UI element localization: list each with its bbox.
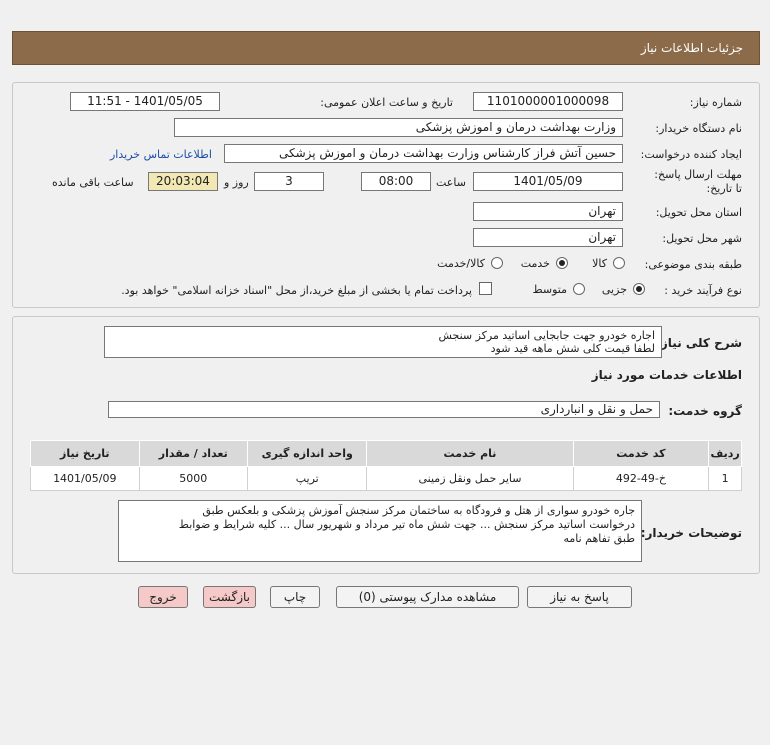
- announce-field: 1401/05/05 - 11:51: [70, 92, 220, 111]
- buyer-org-field: وزارت بهداشت درمان و اموزش پزشکی: [174, 118, 623, 137]
- reply-button[interactable]: پاسخ به نیاز: [527, 586, 632, 608]
- print-button[interactable]: چاپ: [270, 586, 320, 608]
- category-option-goods[interactable]: کالا: [585, 256, 625, 272]
- process-label: نوع فرآیند خرید :: [664, 284, 742, 297]
- service-group-field: حمل و نقل و انبارداری: [108, 401, 660, 418]
- col-header-need-date: تاریخ نیاز: [30, 440, 140, 467]
- general-desc-line-1: اجاره خودرو جهت جابجایی اساتید مرکز سنجش: [438, 329, 655, 342]
- cell-service-code: خ-49-492: [572, 466, 710, 491]
- cell-unit: تریپ: [247, 466, 368, 491]
- col-header-row-number: ردیف: [708, 440, 742, 467]
- province-field: تهران: [473, 202, 623, 221]
- cell-row-number: 1: [708, 466, 742, 491]
- buyer-notes-line-2: درخواست اساتید مرکز سنجش ... جهت شش ماه …: [178, 518, 635, 531]
- buyer-notes-line-1: جاره خودرو سواری از هتل و فرودگاه به ساخ…: [202, 504, 635, 517]
- col-header-unit: واحد اندازه گیری: [247, 440, 368, 467]
- buyer-notes-label: توضیحات خریدار:: [640, 526, 742, 540]
- back-button[interactable]: بازگشت: [203, 586, 256, 608]
- exit-button[interactable]: خروج: [138, 586, 188, 608]
- service-group-label: گروه خدمت:: [668, 404, 742, 418]
- payment-note: پرداخت تمام یا بخشی از مبلغ خرید،از محل …: [121, 284, 472, 297]
- process-minor-label: جزیی: [601, 283, 627, 296]
- deadline-time-label: ساعت: [436, 176, 466, 189]
- requester-label: ایجاد کننده درخواست:: [640, 148, 742, 161]
- cell-service-name: سایر حمل ونقل زمینی: [366, 466, 574, 491]
- cell-need-date: 1401/05/09: [30, 466, 140, 491]
- remaining-label: ساعت باقی مانده: [52, 176, 134, 189]
- days-label: روز و: [224, 176, 249, 189]
- need-number-label: شماره نیاز:: [689, 96, 742, 109]
- col-header-quantity: تعداد / مقدار: [138, 440, 249, 467]
- view-attachments-button[interactable]: مشاهده مدارک پیوستی (0): [336, 586, 519, 608]
- need-info-panel: [12, 82, 760, 308]
- buyer-contact-link[interactable]: اطلاعات تماس خریدار: [110, 148, 212, 161]
- radio-minor[interactable]: [633, 283, 645, 295]
- buyer-org-label: نام دستگاه خریدار:: [655, 122, 742, 135]
- category-both-label: کالا/خدمت: [437, 257, 485, 270]
- requester-field: حسین آتش فراز کارشناس وزارت بهداشت درمان…: [224, 144, 623, 163]
- col-header-service-name: نام خدمت: [366, 440, 574, 467]
- category-service-label: خدمت: [520, 257, 550, 270]
- deadline-label: مهلت ارسال پاسخ: تا تاریخ:: [654, 168, 742, 195]
- table-row: 1 خ-49-492 سایر حمل ونقل زمینی تریپ 5000…: [30, 466, 742, 491]
- radio-both[interactable]: [491, 257, 503, 269]
- general-desc-line-2: لطفا قیمت کلی شش ماهه قید شود: [490, 342, 655, 355]
- deadline-time-field: 08:00: [361, 172, 431, 191]
- days-field: 3: [254, 172, 324, 191]
- city-field: تهران: [473, 228, 623, 247]
- general-desc-label: شرح کلی نیاز:: [656, 336, 742, 350]
- table-header-row: ردیف کد خدمت نام خدمت واحد اندازه گیری ت…: [30, 440, 742, 467]
- announce-label: تاریخ و ساعت اعلان عمومی:: [320, 96, 453, 109]
- general-desc-box: اجاره خودرو جهت جابجایی اساتید مرکز سنجش…: [104, 326, 662, 358]
- city-label: شهر محل تحویل:: [662, 232, 742, 245]
- services-table: ردیف کد خدمت نام خدمت واحد اندازه گیری ت…: [30, 440, 742, 491]
- services-section-title: اطلاعات خدمات مورد نیاز: [591, 368, 742, 382]
- process-medium-label: متوسط: [532, 283, 567, 296]
- cell-quantity: 5000: [138, 466, 249, 491]
- page-header: جزئیات اطلاعات نیاز: [12, 31, 760, 65]
- buyer-notes-box: جاره خودرو سواری از هتل و فرودگاه به ساخ…: [118, 500, 642, 562]
- category-option-both[interactable]: کالا/خدمت: [425, 256, 503, 272]
- radio-goods[interactable]: [613, 257, 625, 269]
- need-number-field: 1101000001000098: [473, 92, 623, 111]
- services-table-wrap: ردیف کد خدمت نام خدمت واحد اندازه گیری ت…: [30, 440, 742, 491]
- category-label: طبقه بندی موضوعی:: [644, 258, 742, 271]
- buyer-notes-line-3: طبق تفاهم نامه: [563, 532, 635, 545]
- deadline-date-field: 1401/05/09: [473, 172, 623, 191]
- remaining-time-field: 20:03:04: [148, 172, 218, 191]
- page-title: جزئیات اطلاعات نیاز: [640, 41, 743, 55]
- province-label: استان محل تحویل:: [655, 206, 742, 219]
- radio-service[interactable]: [556, 257, 568, 269]
- radio-medium[interactable]: [573, 283, 585, 295]
- col-header-service-code: کد خدمت: [572, 440, 710, 467]
- treasury-checkbox[interactable]: [479, 282, 492, 295]
- category-option-service[interactable]: خدمت: [510, 256, 568, 272]
- category-goods-label: کالا: [592, 257, 607, 270]
- process-option-minor[interactable]: جزیی: [595, 282, 645, 298]
- process-option-medium[interactable]: متوسط: [527, 282, 585, 298]
